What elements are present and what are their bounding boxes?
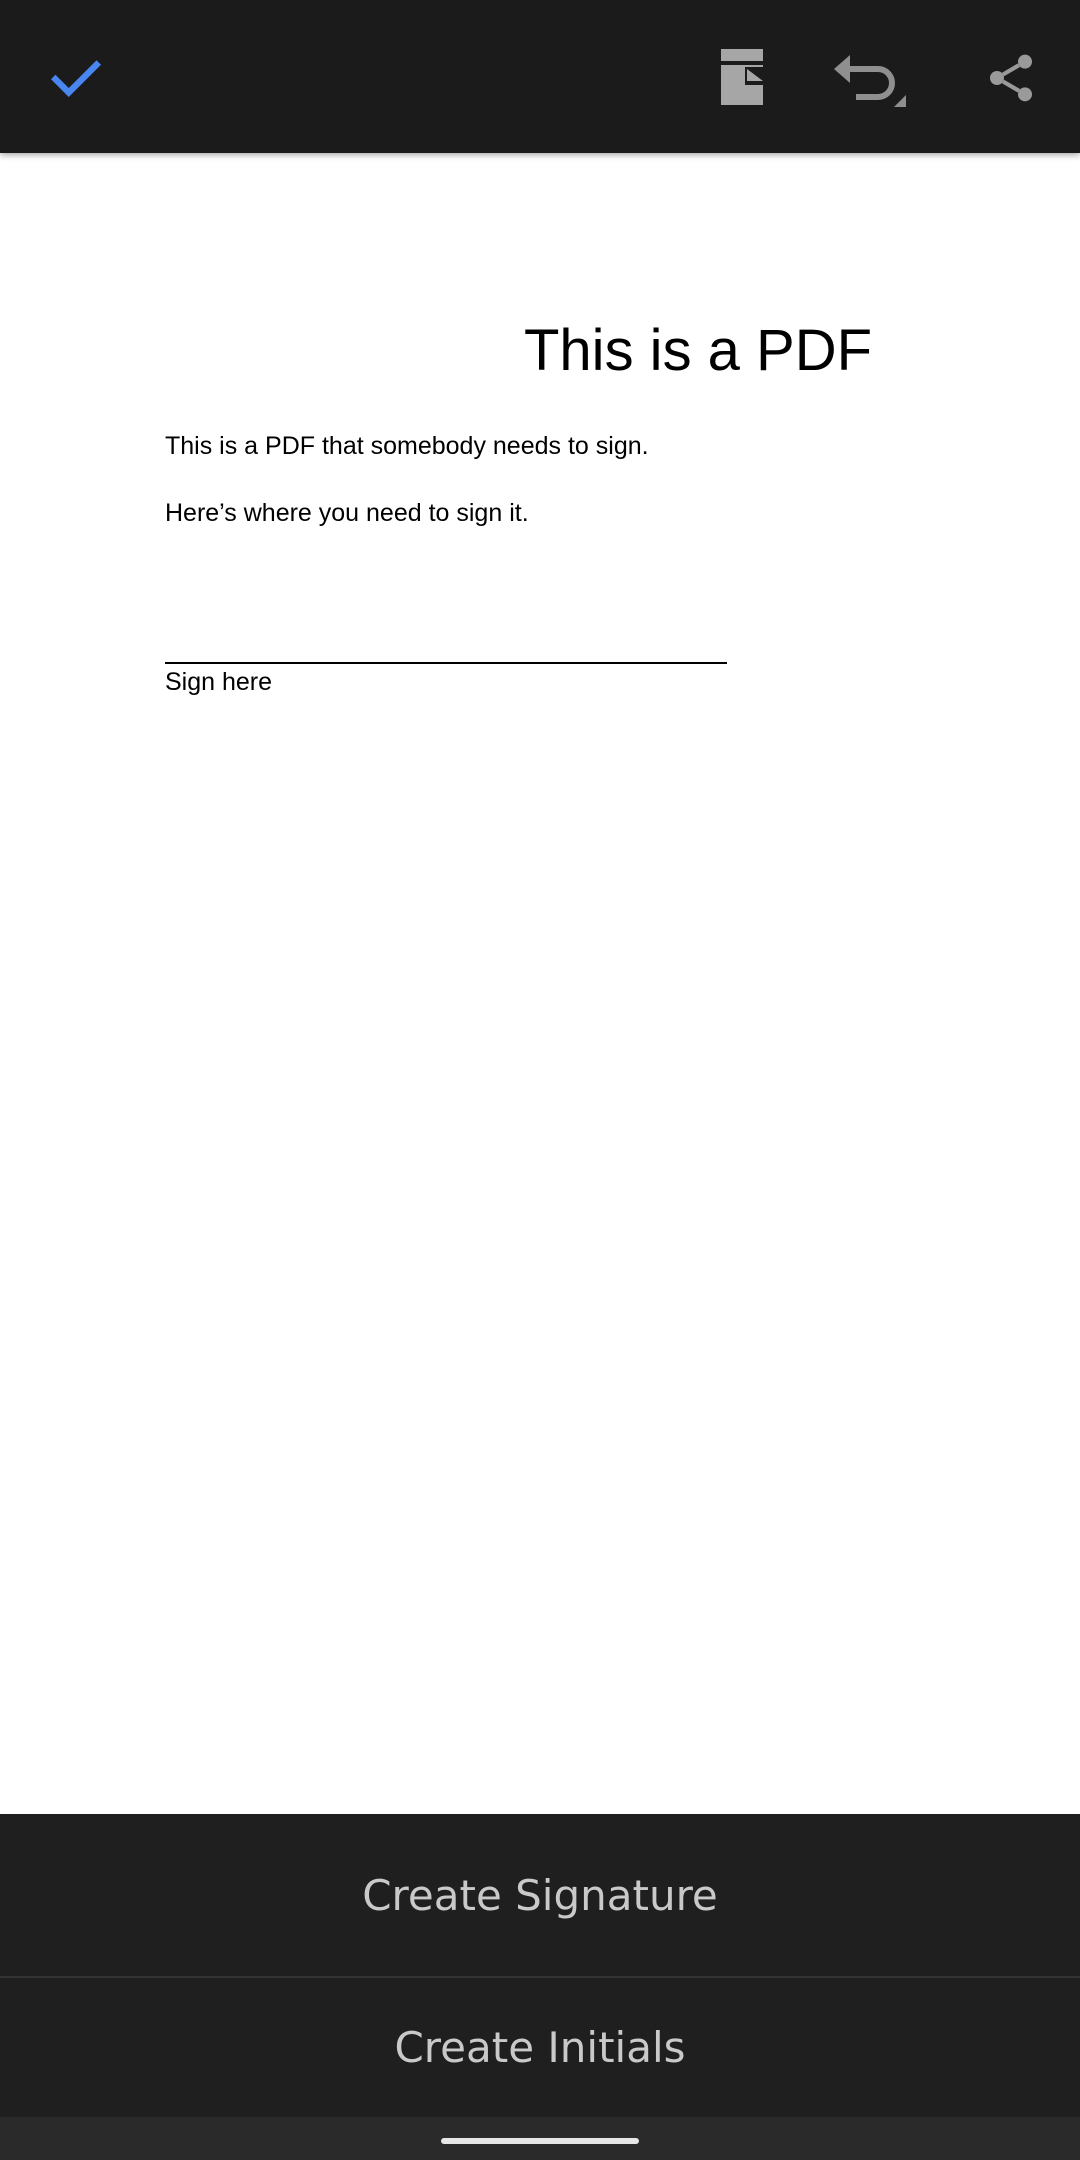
document-title: This is a PDF	[524, 318, 873, 383]
home-gesture-handle[interactable]	[441, 2138, 639, 2144]
undo-button[interactable]	[828, 36, 912, 120]
signature-label: Sign here	[165, 668, 273, 696]
pdf-page[interactable]: This is a PDF This is a PDF that somebod…	[0, 153, 1080, 1814]
signature-options-sheet: Create Signature Create Initials	[0, 1814, 1080, 2117]
top-toolbar	[0, 0, 1080, 153]
system-navigation-bar	[0, 2117, 1080, 2160]
create-signature-button[interactable]: Create Signature	[0, 1814, 1080, 1976]
share-icon	[990, 54, 1032, 102]
done-button[interactable]	[34, 36, 118, 120]
undo-icon	[834, 55, 906, 107]
page-view-button[interactable]	[700, 36, 784, 120]
check-icon	[51, 60, 101, 97]
create-initials-button[interactable]: Create Initials	[0, 1978, 1080, 2117]
share-button[interactable]	[969, 36, 1053, 120]
document-paragraph: Here’s where you need to sign it.	[165, 499, 529, 527]
document-page-icon	[721, 49, 763, 105]
signature-line[interactable]	[165, 662, 727, 664]
document-paragraph: This is a PDF that somebody needs to sig…	[165, 432, 649, 460]
